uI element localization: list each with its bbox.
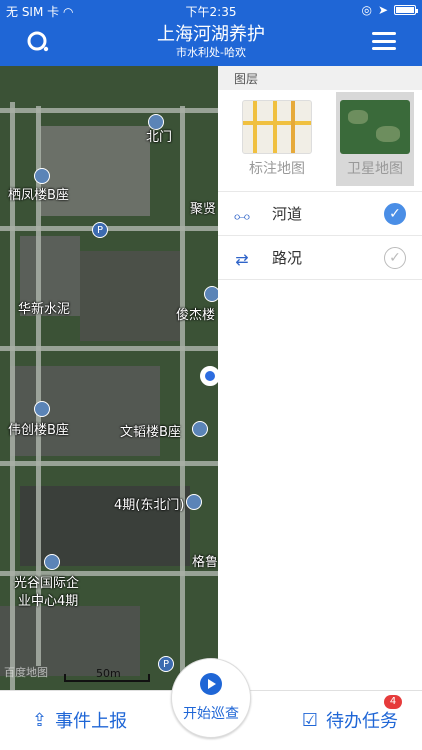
map-label: 北门: [146, 130, 173, 145]
report-event-label: 事件上报: [55, 711, 128, 732]
parking-icon[interactable]: P: [158, 656, 174, 672]
poi-marker[interactable]: [186, 494, 202, 510]
battery-icon: [394, 5, 418, 15]
page-title: 上海河湖养护: [157, 24, 265, 45]
checked-icon[interactable]: ✓: [384, 202, 406, 225]
orientation-lock-icon: ◎: [361, 3, 372, 17]
map-scale-label: 50m: [96, 667, 121, 680]
pending-tasks-button[interactable]: ☑ 待办任务 4: [301, 695, 402, 733]
menu-icon[interactable]: [372, 32, 396, 50]
map-label: 伟创楼B座: [8, 423, 69, 438]
traffic-icon: ⇄: [235, 249, 249, 269]
layer-item-label: 河道: [272, 205, 303, 223]
tasks-count-badge: 4: [384, 695, 402, 709]
status-bar: 无 SIM 卡 ◠ 下午2:35 ◎ ➤: [0, 0, 422, 20]
map-label: 光谷国际企: [14, 576, 80, 591]
current-location-marker: [200, 366, 218, 386]
map-label: 聚贤: [190, 202, 217, 217]
map-label: 栖凤楼B座: [8, 188, 69, 203]
parking-icon[interactable]: P: [92, 222, 108, 238]
poi-marker[interactable]: [44, 554, 60, 570]
status-right: ◎ ➤: [361, 3, 418, 17]
map-type-standard[interactable]: 标注地图: [238, 100, 316, 191]
location-arrow-icon: ➤: [377, 3, 388, 17]
start-patrol-label: 开始巡查: [183, 706, 239, 722]
map-label: 华新水泥: [18, 302, 71, 317]
poi-marker[interactable]: [192, 421, 208, 437]
layer-item-label: 路况: [272, 249, 303, 267]
map-label: 文韬楼B座: [120, 425, 181, 440]
standard-map-thumbnail: [242, 100, 312, 154]
poi-marker[interactable]: [34, 401, 50, 417]
report-event-button[interactable]: ⇪ 事件上报: [32, 707, 127, 733]
layer-panel-header: 图层: [218, 66, 422, 90]
satellite-map-thumbnail: [340, 100, 410, 154]
upload-icon: ⇪: [32, 709, 48, 731]
map-label: 业中心4期: [18, 594, 79, 609]
map-label: 格鲁: [192, 555, 218, 570]
map-type-selector: 标注地图 卫星地图: [218, 90, 422, 192]
unchecked-icon[interactable]: ✓: [384, 246, 406, 269]
layer-item-river[interactable]: ⧟ 河道 ✓: [218, 192, 422, 236]
pending-tasks-label: 待办任务: [326, 711, 398, 732]
start-patrol-button[interactable]: 开始巡查: [171, 658, 251, 738]
map-label: 俊杰楼: [176, 308, 216, 323]
map-type-standard-label: 标注地图: [249, 161, 305, 177]
map-watermark: 百度地图: [4, 666, 48, 679]
poi-marker[interactable]: [34, 168, 50, 184]
map-label: 4期(东北门): [114, 498, 185, 513]
map-type-satellite[interactable]: 卫星地图: [336, 92, 414, 186]
poi-marker[interactable]: [204, 286, 218, 302]
layer-item-traffic[interactable]: ⇄ 路况 ✓: [218, 236, 422, 280]
map-type-satellite-label: 卫星地图: [347, 161, 403, 177]
layer-panel: 图层 标注地图 卫星地图 ⧟ 河道 ✓ ⇄ 路况 ✓: [218, 66, 422, 690]
river-icon: ⧟: [233, 205, 250, 225]
page-subtitle: 市水利处-哈欢: [176, 46, 246, 59]
top-bar: 无 SIM 卡 ◠ 下午2:35 ◎ ➤ 上海河湖养护 市水利处-哈欢: [0, 0, 422, 66]
task-list-icon: ☑: [301, 709, 318, 731]
play-icon: [200, 673, 222, 695]
satellite-map[interactable]: 北门 栖凤楼B座 P 聚贤 华新水泥 俊杰楼 伟创楼B座 文韬楼B座 4期(东北…: [0, 66, 218, 690]
status-time: 下午2:35: [185, 5, 237, 19]
